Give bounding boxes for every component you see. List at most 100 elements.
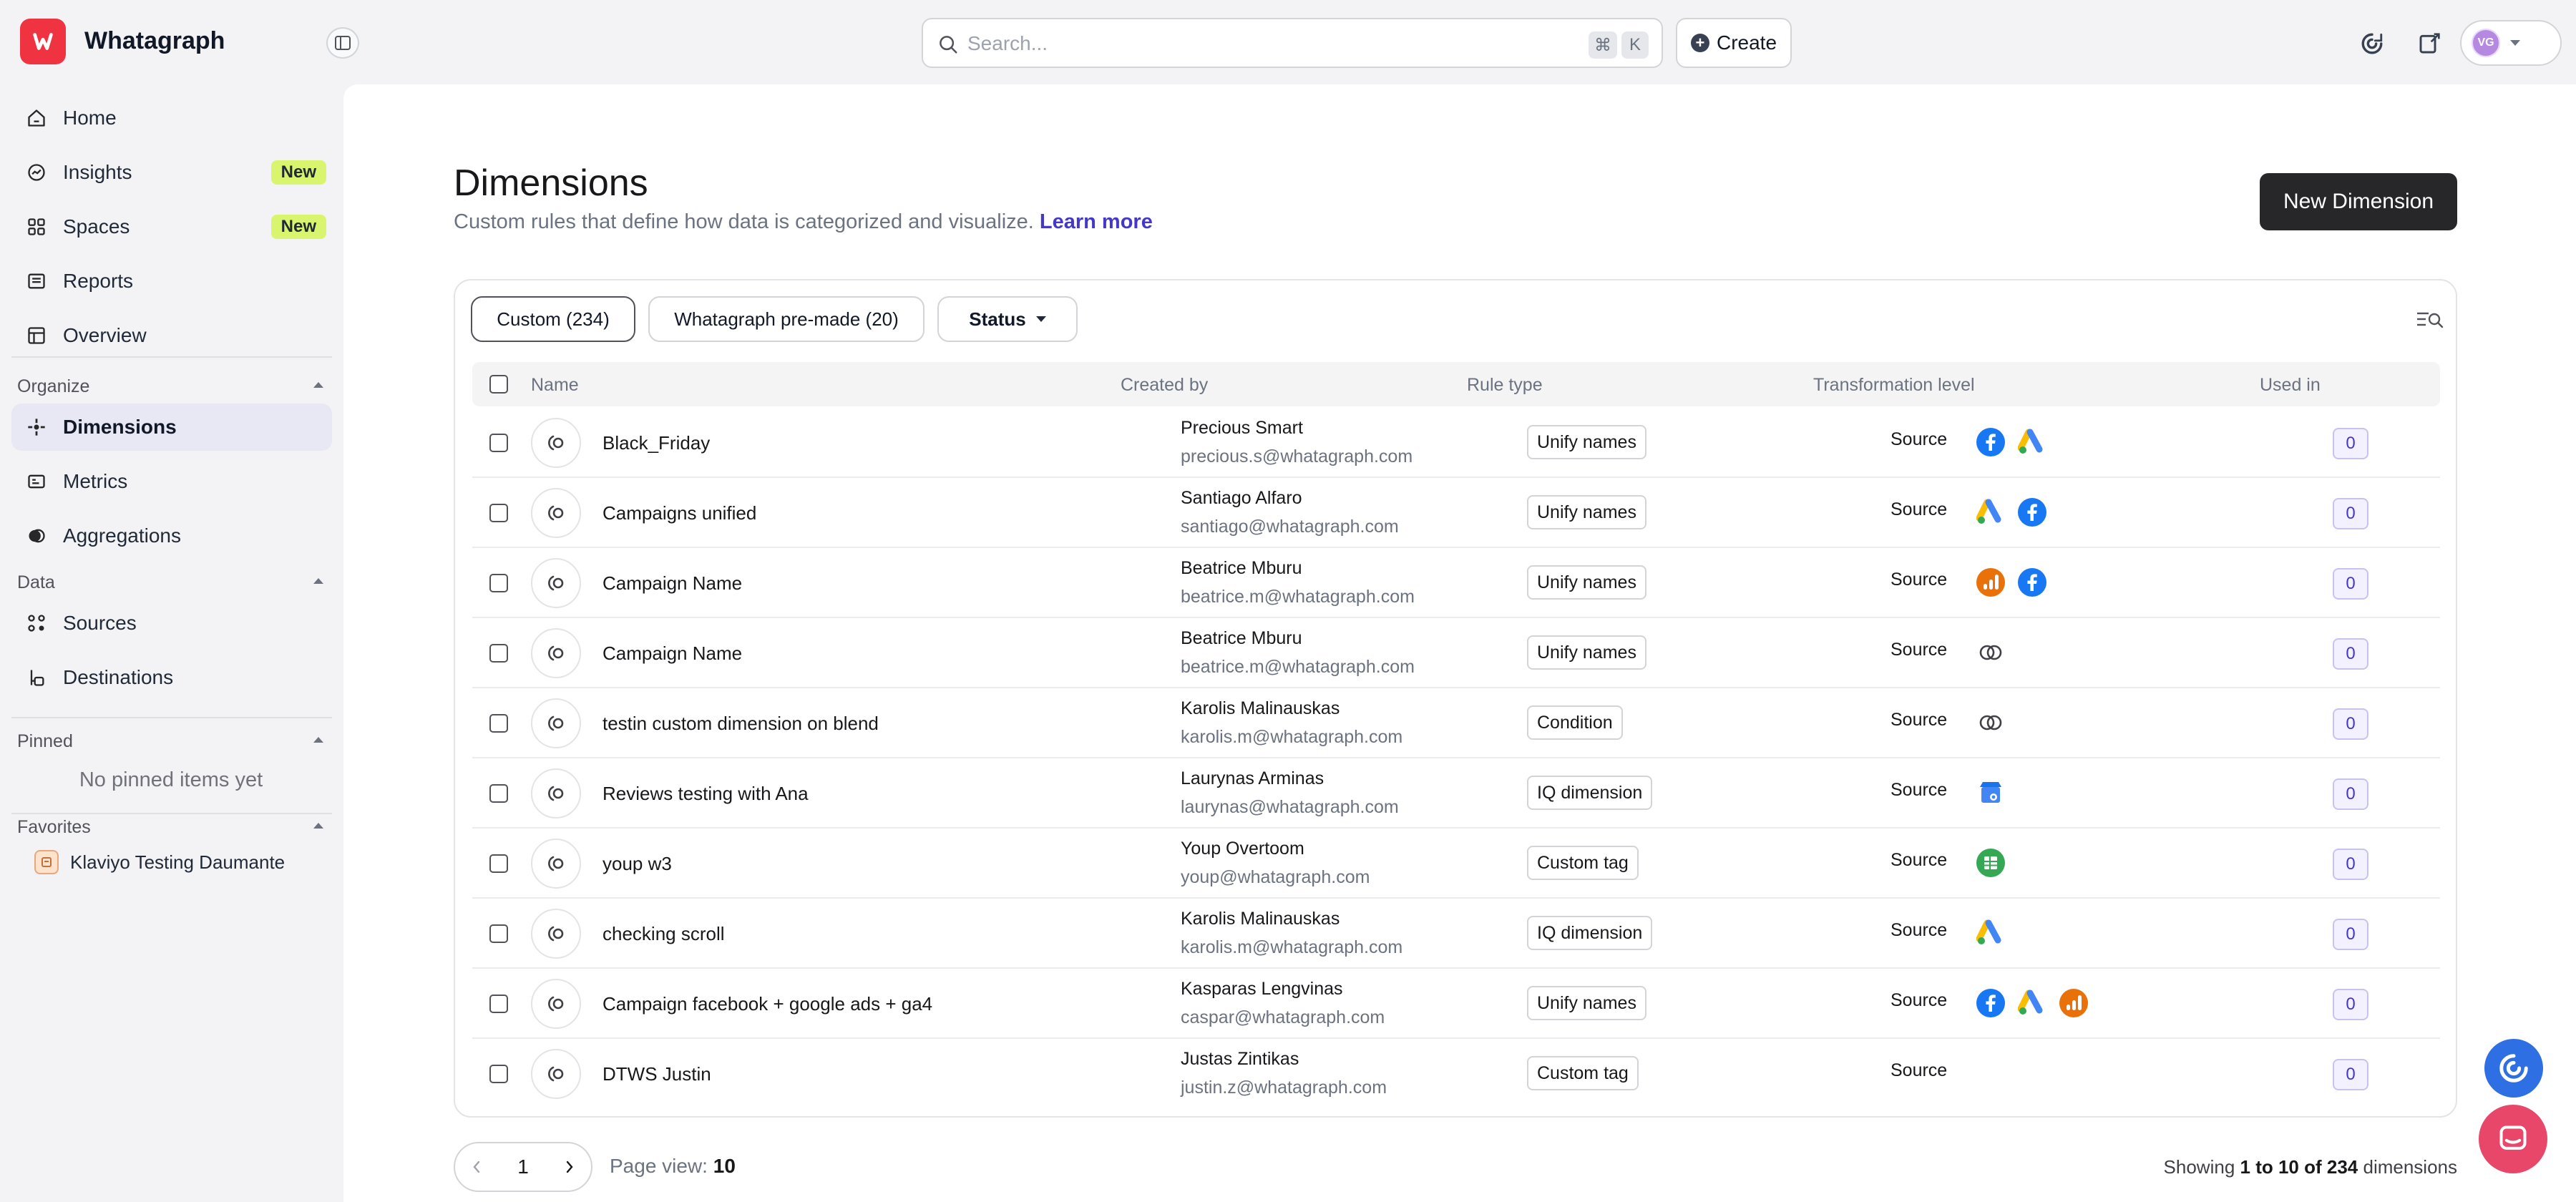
- user-menu-button[interactable]: VG: [2460, 20, 2562, 66]
- list-search-icon[interactable]: [2416, 308, 2444, 333]
- chevron-right-icon[interactable]: [564, 1158, 575, 1176]
- table-row[interactable]: Campaign Name Beatrice Mburu beatrice.m@wh…: [472, 548, 2440, 618]
- whats-new-button[interactable]: [2413, 27, 2446, 60]
- favorite-item-klaviyo[interactable]: Klaviyo Testing Daumante: [34, 850, 285, 874]
- row-checkbox[interactable]: [489, 995, 508, 1013]
- creator-email: santiago@whatagraph.com: [1181, 517, 1399, 537]
- table-row[interactable]: DTWS Justin Justas Zintikas justin.z@whata…: [472, 1039, 2440, 1109]
- dimension-name[interactable]: Campaign Name: [602, 642, 742, 665]
- google-analytics-icon: [1975, 567, 2006, 598]
- support-chat-button[interactable]: [2356, 27, 2389, 60]
- table-row[interactable]: Reviews testing with Ana Laurynas Arminas…: [472, 758, 2440, 829]
- sidebar-item-reports[interactable]: Reports: [11, 258, 332, 305]
- row-checkbox[interactable]: [489, 644, 508, 663]
- used-in-count[interactable]: 0: [2333, 849, 2368, 880]
- creator-name: Beatrice Mburu: [1181, 558, 1302, 578]
- dimension-name[interactable]: Campaign facebook + google ads + ga4: [602, 993, 932, 1015]
- used-in-count[interactable]: 0: [2333, 638, 2368, 670]
- row-checkbox[interactable]: [489, 574, 508, 592]
- select-all-checkbox[interactable]: [489, 375, 508, 394]
- row-checkbox[interactable]: [489, 1065, 508, 1083]
- collapse-data-icon[interactable]: [313, 578, 323, 584]
- column-rule-type[interactable]: Rule type: [1467, 375, 1543, 396]
- row-checkbox[interactable]: [489, 714, 508, 733]
- facebook-ads-icon: [2016, 497, 2048, 528]
- sidebar-item-insights[interactable]: Insights New: [11, 149, 332, 196]
- tab-custom[interactable]: Custom (234): [471, 296, 635, 342]
- create-button[interactable]: + Create: [1676, 18, 1792, 68]
- used-in-count[interactable]: 0: [2333, 989, 2368, 1020]
- column-transformation-level[interactable]: Transformation level: [1813, 375, 1975, 396]
- used-in-count[interactable]: 0: [2333, 708, 2368, 740]
- creator-name: Precious Smart: [1181, 418, 1303, 438]
- search-icon: [940, 36, 957, 54]
- current-page[interactable]: 1: [517, 1155, 529, 1178]
- group-label-favorites: Favorites: [17, 817, 91, 837]
- used-in-count[interactable]: 0: [2333, 428, 2368, 459]
- used-in-count[interactable]: 0: [2333, 919, 2368, 950]
- pinned-empty-message: No pinned items yet: [79, 768, 263, 791]
- search-input[interactable]: [967, 29, 1540, 58]
- rule-type-tag: Unify names: [1527, 635, 1646, 670]
- global-search[interactable]: ⌘ K: [922, 18, 1663, 68]
- sidebar-item-spaces[interactable]: Spaces New: [11, 203, 332, 250]
- page-view-selector[interactable]: Page view: 10: [610, 1155, 736, 1178]
- dimension-name[interactable]: Black_Friday: [602, 432, 710, 454]
- blend-icon: [1975, 707, 2006, 738]
- collapse-pinned-icon[interactable]: [313, 737, 323, 743]
- dimension-name[interactable]: Campaign Name: [602, 572, 742, 595]
- row-checkbox[interactable]: [489, 434, 508, 452]
- whatagraph-logo[interactable]: [20, 19, 66, 64]
- column-name[interactable]: Name: [531, 375, 579, 396]
- row-checkbox[interactable]: [489, 784, 508, 803]
- sidebar-item-home[interactable]: Home: [11, 94, 332, 142]
- sidebar-item-overview[interactable]: Overview: [11, 312, 332, 359]
- used-in-count[interactable]: 0: [2333, 778, 2368, 810]
- sidebar-item-dimensions[interactable]: Dimensions: [11, 404, 332, 451]
- dimension-name[interactable]: testin custom dimension on blend: [602, 713, 879, 735]
- sidebar-item-sources[interactable]: Sources: [11, 600, 332, 647]
- assistant-button[interactable]: [2484, 1039, 2543, 1098]
- tab-premade[interactable]: Whatagraph pre-made (20): [648, 296, 924, 342]
- learn-more-link[interactable]: Learn more: [1040, 210, 1153, 233]
- dimension-name[interactable]: Reviews testing with Ana: [602, 783, 809, 805]
- sidebar-item-label: Reports: [63, 270, 134, 292]
- status-filter-dropdown[interactable]: Status: [937, 296, 1078, 342]
- transformation-level: Source: [1890, 780, 1948, 800]
- dimension-name[interactable]: DTWS Justin: [602, 1063, 711, 1085]
- used-in-count[interactable]: 0: [2333, 1059, 2368, 1090]
- table-row[interactable]: Campaign Name Beatrice Mburu beatrice.m@wh…: [472, 618, 2440, 688]
- table-row[interactable]: Campaigns unified Santiago Alfaro santiago…: [472, 478, 2440, 548]
- dimension-name[interactable]: checking scroll: [602, 923, 725, 945]
- table-row[interactable]: checking scroll Karolis Malinauskas karoli…: [472, 899, 2440, 969]
- column-used-in[interactable]: Used in: [2260, 375, 2321, 396]
- transformation-level: Source: [1890, 920, 1948, 940]
- row-checkbox[interactable]: [489, 854, 508, 873]
- intercom-chat-button[interactable]: [2479, 1105, 2547, 1173]
- sidebar-item-aggregations[interactable]: Aggregations: [11, 512, 332, 560]
- sidebar-item-destinations[interactable]: Destinations: [11, 654, 332, 701]
- column-created-by[interactable]: Created by: [1121, 375, 1208, 396]
- row-checkbox[interactable]: [489, 924, 508, 943]
- collapse-organize-icon[interactable]: [313, 382, 323, 388]
- dimension-name[interactable]: Campaigns unified: [602, 502, 756, 524]
- dimension-icon: [531, 558, 581, 608]
- transformation-level: Source: [1890, 850, 1948, 870]
- table-row[interactable]: testin custom dimension on blend Karolis …: [472, 688, 2440, 758]
- collapse-favorites-icon[interactable]: [313, 823, 323, 829]
- table-row[interactable]: Black_Friday Precious Smart precious.s@wha…: [472, 408, 2440, 478]
- row-checkbox[interactable]: [489, 504, 508, 522]
- chevron-left-icon[interactable]: [471, 1158, 482, 1176]
- used-in-count[interactable]: 0: [2333, 568, 2368, 600]
- used-in-count[interactable]: 0: [2333, 498, 2368, 529]
- sidebar-item-metrics[interactable]: Metrics: [11, 458, 332, 505]
- table-row[interactable]: youp w3 Youp Overtoom youp@whatagraph.com C…: [472, 829, 2440, 899]
- google-ads-icon: [2016, 426, 2048, 458]
- source-icons: [1975, 567, 2048, 598]
- sidebar-toggle-button[interactable]: [326, 27, 359, 59]
- source-icons: [1975, 777, 2006, 808]
- new-dimension-button[interactable]: New Dimension: [2260, 173, 2457, 230]
- dimension-name[interactable]: youp w3: [602, 853, 672, 875]
- table-row[interactable]: Campaign facebook + google ads + ga4 Kasp…: [472, 969, 2440, 1039]
- group-label-data: Data: [17, 572, 55, 592]
